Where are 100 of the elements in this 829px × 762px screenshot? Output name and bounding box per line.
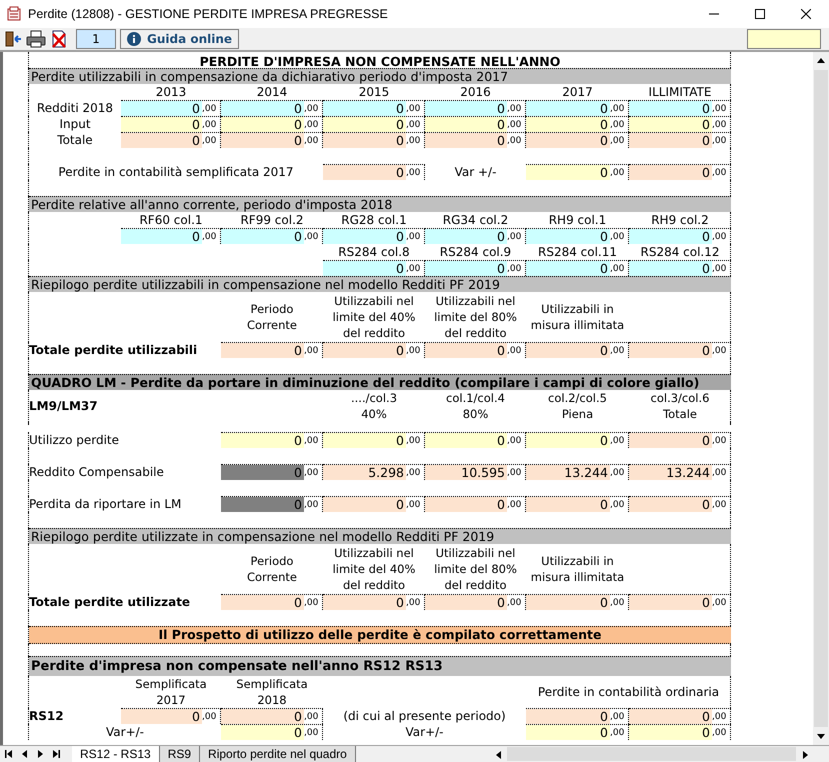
amount-cell[interactable]: 0 — [323, 433, 406, 448]
amount-cell[interactable]: 0 — [221, 433, 304, 448]
row-label: Var+/- — [404, 724, 444, 740]
amount-cell[interactable]: 0 — [629, 117, 712, 132]
amount-cell: 0 — [425, 229, 507, 244]
amount-cell: 0 — [526, 261, 610, 276]
amount-cell: 0 — [121, 101, 202, 116]
row-label: LM9/LM37 — [29, 398, 99, 414]
printer-icon[interactable] — [26, 30, 46, 48]
row-label: Totale — [56, 132, 94, 148]
delete-document-icon[interactable] — [50, 30, 68, 48]
amount-cell: 0 — [221, 465, 304, 480]
column-header: 2017 — [561, 84, 594, 100]
amount-cell: 0 — [526, 497, 610, 512]
amount-cell[interactable]: 0 — [425, 433, 507, 448]
column-header: Perdite in contabilità ordinaria — [536, 684, 720, 700]
column-header: RF99 col.2 — [239, 212, 305, 228]
amount-cell: 0 — [323, 261, 406, 276]
row-label: Var+/- — [105, 724, 145, 740]
column-header: Periodo Corrente — [246, 553, 298, 585]
amount-cell[interactable]: 0 — [121, 117, 202, 132]
column-header: RH9 col.2 — [650, 212, 710, 228]
amount-cell[interactable]: 0 — [221, 725, 304, 740]
row-label: Redditi 2018 — [36, 100, 114, 116]
vertical-scrollbar[interactable] — [813, 52, 829, 745]
row-label: Totale perdite utilizzabili — [29, 342, 198, 358]
amount-cell[interactable]: 0 — [526, 165, 610, 180]
first-sheet-icon[interactable] — [4, 750, 12, 758]
app-icon — [6, 6, 22, 22]
amount-cell: 0 — [323, 133, 406, 148]
column-header: Utilizzabili in misura illimitata — [530, 301, 626, 333]
sheet-tab[interactable]: RS9 — [160, 746, 200, 762]
amount-cell: 0 — [425, 497, 507, 512]
column-header: ILLIMITATE — [648, 84, 712, 100]
amount-cell: 0 — [629, 261, 712, 276]
exit-door-icon[interactable] — [4, 30, 22, 48]
row-label: Input — [58, 116, 92, 132]
scroll-up-icon[interactable] — [817, 58, 825, 63]
column-header: Utilizzabili nel limite del 40% del reddito — [332, 545, 416, 593]
amount-cell: 0 — [323, 101, 406, 116]
amount-cell: 0 — [121, 229, 202, 244]
column-header: Utilizzabili nel limite del 80% del reddito — [433, 545, 518, 593]
sheet-tab[interactable]: Riporto perdite nel quadro — [200, 746, 356, 762]
section-header: QUADRO LM - Perdite da portare in diminuzione del reddito (compilare i campi di colore giallo) — [29, 374, 731, 390]
next-sheet-icon[interactable] — [36, 750, 44, 758]
amount-cell[interactable]: 0 — [526, 725, 610, 740]
column-header: RG28 col.1 — [340, 212, 408, 228]
section-header: Perdite relative all'anno corrente, periodo d'imposta 2018 — [29, 196, 731, 212]
column-header: RS284 col.8 — [337, 244, 411, 260]
scroll-right-icon[interactable] — [802, 750, 808, 758]
last-sheet-icon[interactable] — [52, 750, 60, 758]
column-header: ..../col.3 40% — [350, 390, 398, 422]
row-label: Totale perdite utilizzate — [29, 594, 192, 610]
amount-cell: 0 — [323, 165, 406, 180]
amount-cell[interactable]: 0 — [526, 433, 610, 448]
amount-cell: 0 — [425, 261, 507, 276]
amount-cell: 0 — [526, 101, 610, 116]
row-label: Var +/- — [454, 164, 498, 180]
amount-cell: 0 — [526, 709, 610, 724]
sheet-tab[interactable]: RS12 - RS13 — [72, 746, 160, 762]
amount-cell: 0 — [629, 101, 712, 116]
close-icon — [801, 9, 811, 19]
amount-cell[interactable]: 0 — [323, 117, 406, 132]
row-label: Utilizzo perdite — [29, 432, 120, 448]
column-header: 2015 — [358, 84, 390, 100]
amount-cell[interactable]: 0 — [221, 117, 304, 132]
row-label: (di cui al presente periodo) — [342, 708, 507, 724]
amount-cell: 0 — [221, 497, 304, 512]
amount-cell: 0 — [323, 595, 406, 610]
amount-cell: 0 — [629, 343, 712, 358]
amount-cell: 0 — [629, 595, 712, 610]
amount-cell: 13.244 — [526, 465, 610, 480]
column-header: 2013 — [154, 84, 188, 100]
amount-cell: 13.244 — [629, 465, 712, 480]
page-number-field[interactable]: 1 — [76, 29, 116, 49]
amount-cell: 0 — [221, 709, 304, 724]
amount-cell[interactable]: 0 — [425, 117, 507, 132]
amount-cell: 0 — [323, 229, 406, 244]
amount-cell: 0 — [629, 229, 712, 244]
amount-cell: 0 — [221, 133, 304, 148]
row-label: Reddito Compensabile — [29, 464, 165, 480]
section-header: Riepilogo perdite utilizzabili in compensazione nel modello Redditi PF 2019 — [29, 276, 731, 292]
amount-cell[interactable]: 0 — [629, 725, 712, 740]
scroll-left-icon[interactable] — [496, 750, 500, 758]
amount-cell: 0 — [221, 101, 304, 116]
column-header: RF60 col.1 — [138, 212, 204, 228]
help-button[interactable]: Guida online — [120, 29, 240, 49]
amount-cell[interactable]: 0 — [526, 117, 610, 132]
previous-sheet-icon[interactable] — [20, 750, 28, 758]
amount-cell: 0 — [425, 101, 507, 116]
column-header: col.2/col.5 Piena — [547, 390, 608, 422]
section-header: Riepilogo perdite utilizzate in compensazione nel modello Redditi PF 2019 — [29, 528, 731, 544]
column-header: RS284 col.12 — [639, 244, 721, 260]
status-message: Il Prospetto di utilizzo delle perdite è compilato correttamente — [29, 626, 731, 644]
column-header: Semplificata 2017 — [134, 676, 208, 708]
section-header: Perdite d'impresa non compensate nell'anno RS12 RS13 — [29, 656, 731, 676]
amount-cell: 0 — [526, 595, 610, 610]
scroll-down-icon[interactable] — [817, 734, 825, 739]
column-header: Periodo Corrente — [246, 301, 298, 333]
amount-cell: 0 — [425, 595, 507, 610]
